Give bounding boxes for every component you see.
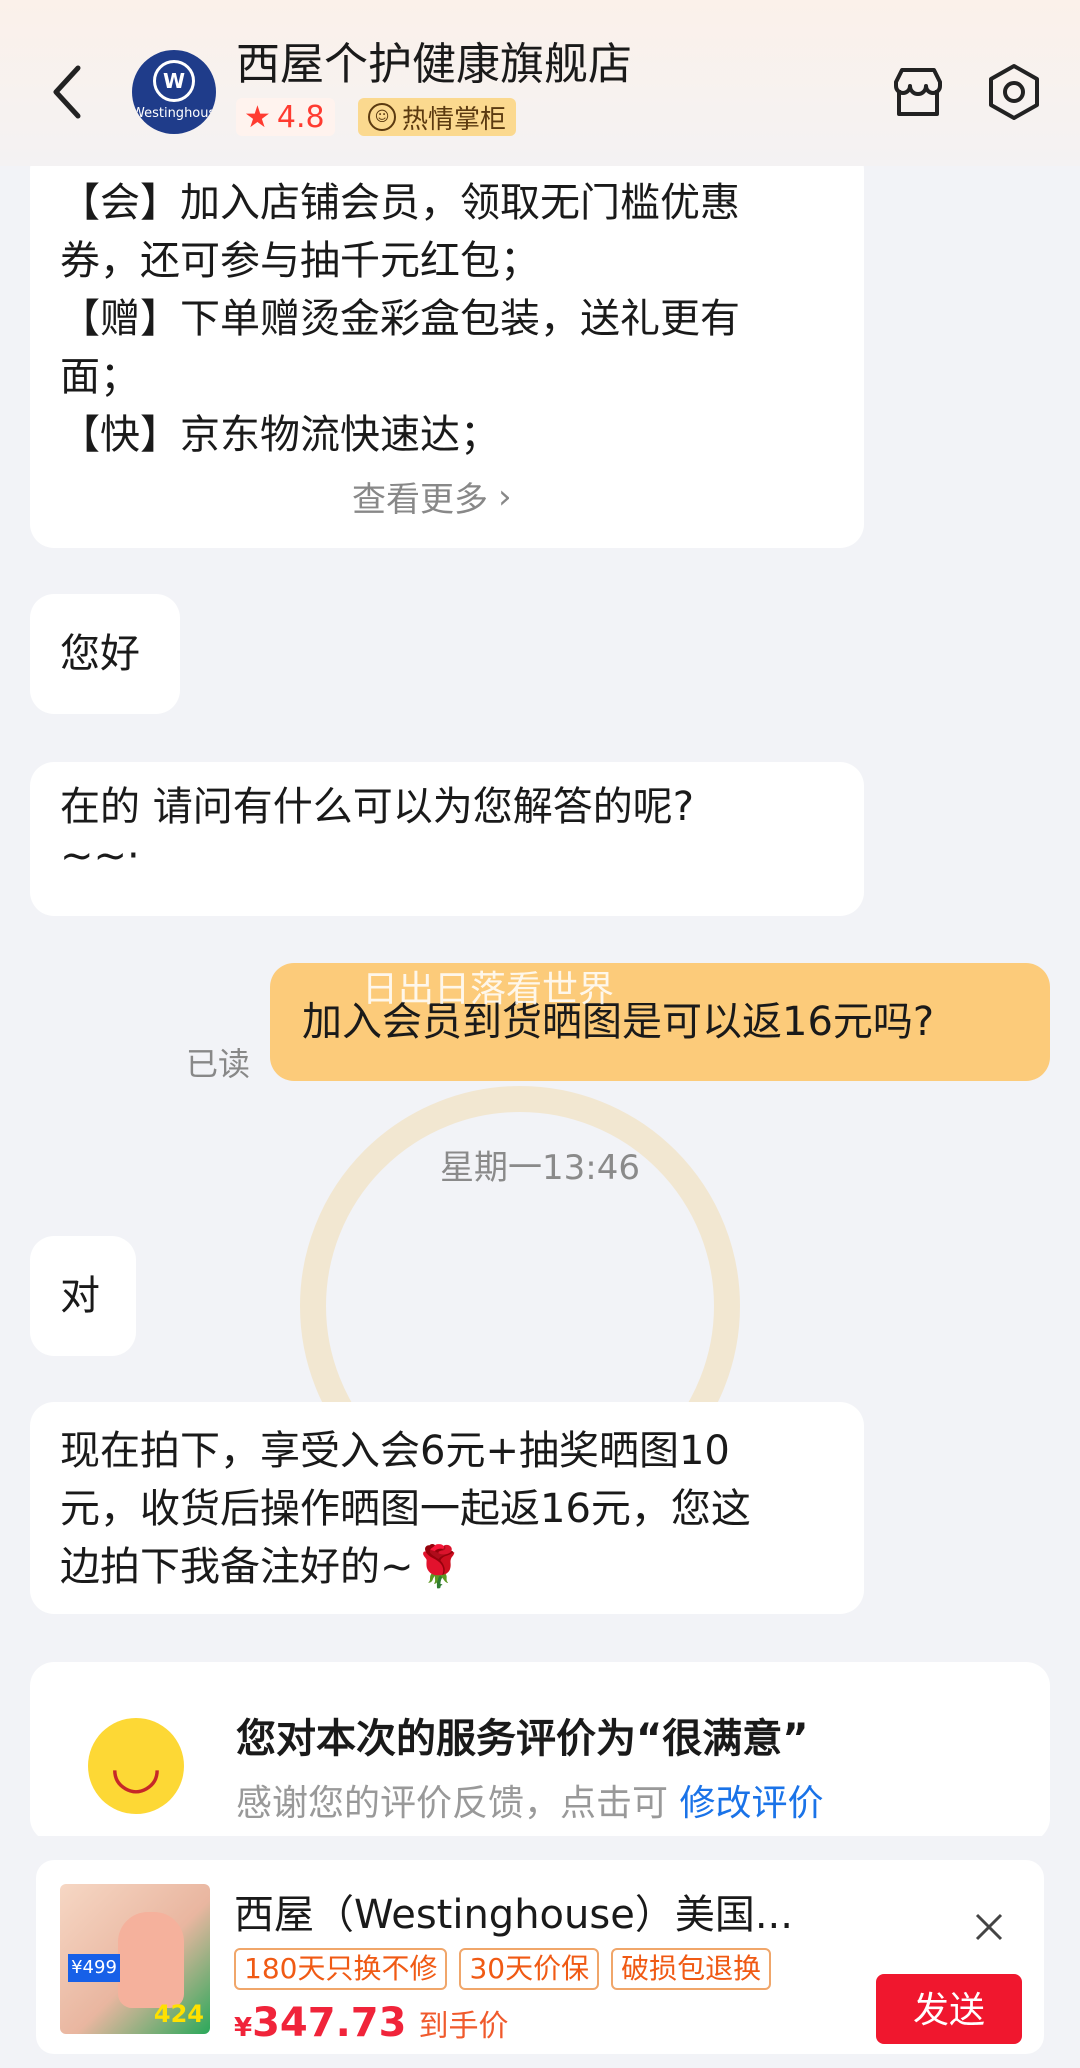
price-value: 347.73 [252, 2000, 407, 2046]
message-text: 您好 [60, 631, 140, 677]
product-thumbnail[interactable]: ¥499 424 [60, 1884, 210, 2034]
rating-title: 您对本次的服务评价为“很满意” [236, 1716, 809, 1762]
smiling-face-icon: ◡ [88, 1718, 184, 1814]
product-tags: 180天只换不修 30天价保 破损包退换 [234, 1948, 772, 1990]
product-tag: 破损包退换 [611, 1948, 772, 1990]
message-yes: 对 [30, 1236, 136, 1356]
message-reply-1: 在的 请问有什么可以为您解答的呢? ~~· [30, 762, 864, 916]
shop-avatar[interactable]: W Westinghouse [132, 50, 216, 134]
chevron-right-icon: › [498, 476, 512, 517]
close-icon[interactable] [974, 1912, 1004, 1942]
overlay-text: 日出日落看世界 [362, 969, 615, 1010]
chat-header: W Westinghouse 西屋个护健康旗舰店 ★ 4.8 ☺ 热情掌柜 [0, 0, 1080, 166]
service-rating-card: ◡ 您对本次的服务评价为“很满意” 感谢您的评价反馈，点击可 修改评价 [30, 1662, 1050, 1836]
rating-value: 4.8 [276, 99, 325, 135]
rating-sub-text: 感谢您的评价反馈，点击可 [236, 1783, 669, 1824]
product-tag: 30天价保 [459, 1948, 600, 1990]
shop-name[interactable]: 西屋个护健康旗舰店 [236, 28, 632, 92]
promo-line: 【会】加入店铺会员，领取无门槛优惠 [60, 180, 740, 226]
message-text: 现在拍下，享受入会6元+抽奖晒图10 [60, 1428, 730, 1474]
promo-line: 【快】京东物流快速达； [60, 412, 500, 458]
westinghouse-logo-icon: W [153, 60, 195, 102]
thumb-badge: ¥499 [68, 1954, 120, 1982]
promo-line: 券，还可参与抽千元红包； [60, 238, 540, 284]
message-text: ~~· [60, 833, 140, 879]
star-icon: ★ [244, 99, 271, 135]
shop-rating: ★ 4.8 [236, 98, 335, 136]
send-button[interactable]: 发送 [876, 1974, 1022, 2044]
timestamp: 星期一13:46 [440, 1148, 640, 1188]
chat-area[interactable]: 【会】加入店铺会员，领取无门槛优惠 券，还可参与抽千元红包； 【赠】下单赠烫金彩… [0, 166, 1080, 1836]
promo-line: 面； [60, 354, 140, 400]
price-note: 到手价 [418, 2009, 509, 2044]
shop-badge: ☺ 热情掌柜 [358, 98, 517, 136]
currency-symbol: ¥ [234, 2013, 253, 2043]
message-text: 在的 请问有什么可以为您解答的呢? [60, 784, 694, 830]
read-status: 已读 [186, 1045, 251, 1083]
rating-subtitle: 感谢您的评价反馈，点击可 修改评价 [236, 1774, 823, 1826]
thumb-price: 424 [153, 2000, 204, 2028]
message-text: 元，收货后操作晒图一起返16元，您这 [60, 1486, 751, 1532]
product-price: ¥347.73 到手价 [234, 2000, 508, 2046]
view-more-label: 查看更多 [352, 480, 488, 520]
product-card[interactable]: ¥499 424 西屋（Westinghouse）美国... 180天只换不修 … [36, 1860, 1044, 2054]
product-title[interactable]: 西屋（Westinghouse）美国... [234, 1882, 793, 1940]
product-device-image [118, 1912, 184, 2008]
store-icon[interactable] [888, 62, 948, 122]
badge-label: 热情掌柜 [402, 104, 507, 135]
message-text: 边拍下我备注好的~🌹 [60, 1544, 464, 1590]
message-text: 对 [60, 1273, 100, 1319]
back-arrow-icon[interactable] [48, 62, 88, 122]
message-hello: 您好 [30, 594, 180, 714]
promo-line: 【赠】下单赠烫金彩盒包装，送礼更有 [60, 296, 740, 342]
view-more-link[interactable]: 查看更多 › [352, 472, 512, 521]
message-reply-2: 现在拍下，享受入会6元+抽奖晒图10 元，收货后操作晒图一起返16元，您这 边拍… [30, 1402, 864, 1614]
modify-rating-link[interactable]: 修改评价 [679, 1783, 823, 1824]
product-tag: 180天只换不修 [234, 1948, 448, 1990]
avatar-text: Westinghouse [132, 106, 216, 121]
smiley-badge-icon: ☺ [368, 103, 396, 131]
settings-icon[interactable] [985, 62, 1043, 122]
